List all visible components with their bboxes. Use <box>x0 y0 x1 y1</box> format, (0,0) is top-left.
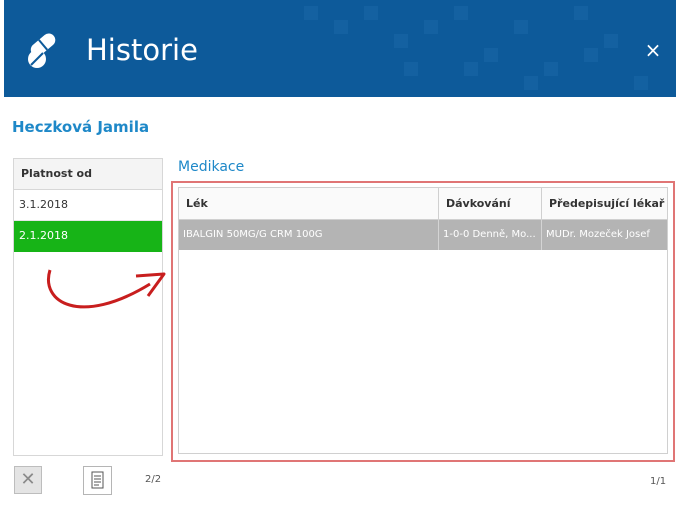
validity-column-header: Platnost od <box>14 159 162 190</box>
pills-logo-icon <box>28 33 56 68</box>
close-icon: ✕ <box>20 469 36 490</box>
medication-pager: 1/1 <box>650 476 667 487</box>
window-title: Historie <box>86 33 198 67</box>
annotation-arrow-icon <box>47 269 166 309</box>
close-icon[interactable]: × <box>641 38 665 62</box>
patient-name: Heczková Jamila <box>12 118 150 136</box>
validity-row[interactable]: 3.1.2018 <box>14 190 162 221</box>
validity-row-selected[interactable]: 2.1.2018 <box>14 221 162 252</box>
document-icon <box>91 471 104 489</box>
validity-pager: 2/2 <box>145 474 162 485</box>
highlight-frame <box>171 181 675 462</box>
medication-title: Medikace <box>178 159 245 175</box>
window-header: Historie × <box>4 0 676 97</box>
document-button[interactable] <box>83 466 112 495</box>
delete-button[interactable]: ✕ <box>14 466 42 494</box>
